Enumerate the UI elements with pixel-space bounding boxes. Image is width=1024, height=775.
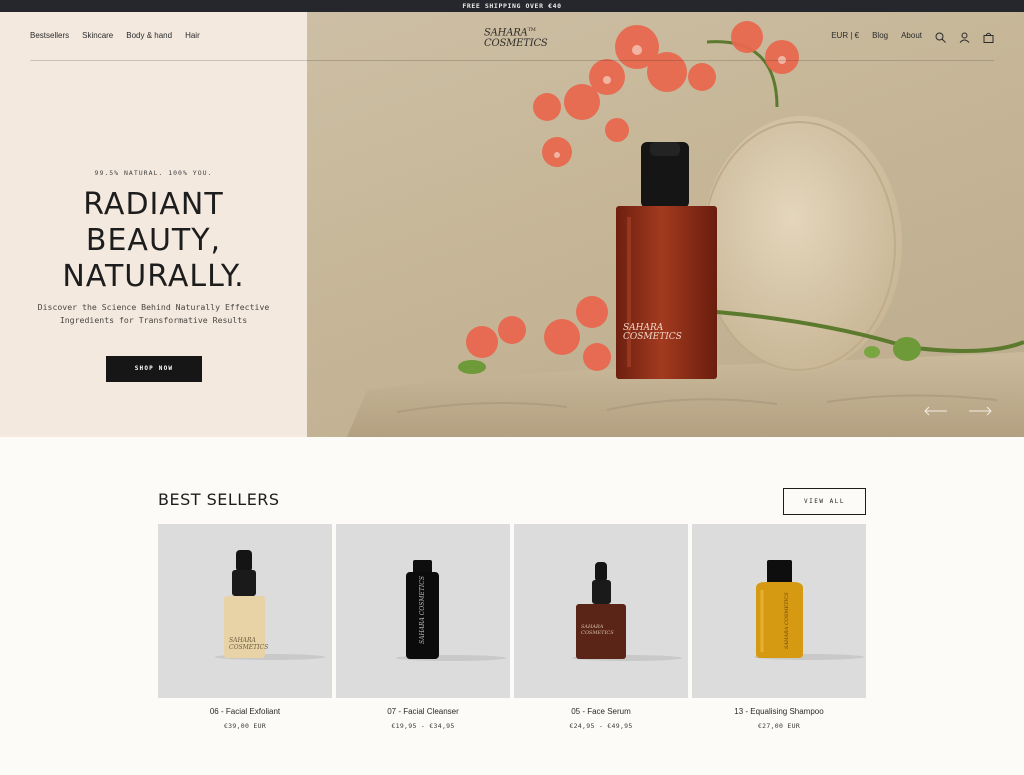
currency-selector[interactable]: EUR | € xyxy=(831,31,859,40)
product-price: €39,00 EUR xyxy=(223,722,267,730)
product-price: €24,95 - €49,95 xyxy=(569,722,633,730)
product-image: SAHARA COSMETICS xyxy=(158,524,332,698)
product-price: €27,00 EUR xyxy=(757,722,801,730)
svg-text:COSMETICS: COSMETICS xyxy=(229,644,268,651)
nav-link-blog[interactable]: Blog xyxy=(872,31,888,40)
bottle-brand-label: SAHARA COSMETICS xyxy=(623,323,682,342)
search-icon[interactable] xyxy=(935,30,946,43)
hero-product-photo xyxy=(347,21,1024,437)
carousel-arrows xyxy=(923,403,993,416)
arrow-right-icon[interactable] xyxy=(968,403,993,416)
product-name: 07 - Facial Cleanser xyxy=(387,707,459,716)
product-card[interactable]: SAHARA COSMETICS 07 - Facial Cleanser €1… xyxy=(336,524,510,734)
product-image: SAHARA COSMETICS xyxy=(336,524,510,698)
hero-tagline: 99.5% NATURAL. 100% YOU. xyxy=(94,169,213,177)
svg-text:SAHARA: SAHARA xyxy=(229,637,257,644)
nav-link-about[interactable]: About xyxy=(901,31,922,40)
nav-links: Bestsellers Skincare Body & hand Hair xyxy=(30,31,200,40)
main-navigation: Bestsellers Skincare Body & hand Hair SA… xyxy=(30,12,994,61)
user-icon[interactable] xyxy=(959,30,970,43)
nav-link-body-hand[interactable]: Body & hand xyxy=(126,31,172,40)
bag-icon[interactable] xyxy=(983,30,994,43)
nav-link-bestsellers[interactable]: Bestsellers xyxy=(30,31,69,40)
product-card[interactable]: SAHARA COSMETICS 06 - Facial Exfoliant €… xyxy=(158,524,332,734)
product-name: 05 - Face Serum xyxy=(571,707,631,716)
announcement-text: FREE SHIPPING OVER €40 xyxy=(462,2,562,10)
product-grid: SAHARA COSMETICS 06 - Facial Exfoliant €… xyxy=(158,524,866,734)
shop-now-button[interactable]: SHOP NOW xyxy=(106,356,202,382)
brand-logo[interactable]: SAHARATM COSMETICS xyxy=(484,25,548,49)
nav-utilities: EUR | € Blog About xyxy=(831,30,994,43)
hero-subcopy: Discover the Science Behind Naturally Ef… xyxy=(37,302,270,325)
product-card[interactable]: SAHARA COSMETICS 13 - Equalising Shampoo… xyxy=(692,524,866,734)
view-all-button[interactable]: VIEW ALL xyxy=(783,488,866,515)
nav-link-hair[interactable]: Hair xyxy=(185,31,200,40)
arrow-left-icon[interactable] xyxy=(923,403,948,416)
product-card[interactable]: SAHARA COSMETICS 05 - Face Serum €24,95 … xyxy=(514,524,688,734)
product-image: SAHARA COSMETICS xyxy=(692,524,866,698)
hero-headline: RADIANT BEAUTY, NATURALLY. xyxy=(62,187,245,294)
hero-section: SAHARA COSMETICS 99.5% NATURAL. 100% YOU… xyxy=(0,12,1024,437)
product-name: 13 - Equalising Shampoo xyxy=(734,707,824,716)
svg-text:COSMETICS: COSMETICS xyxy=(581,630,614,636)
hero-image: SAHARA COSMETICS xyxy=(307,12,1024,437)
svg-text:SAHARA COSMETICS: SAHARA COSMETICS xyxy=(784,592,790,649)
nav-link-skincare[interactable]: Skincare xyxy=(82,31,113,40)
product-image: SAHARA COSMETICS xyxy=(514,524,688,698)
bestsellers-title: BEST SELLERS xyxy=(158,490,280,509)
product-price: €19,95 - €34,95 xyxy=(391,722,455,730)
svg-text:SAHARA COSMETICS: SAHARA COSMETICS xyxy=(419,576,426,644)
announcement-bar: FREE SHIPPING OVER €40 xyxy=(0,0,1024,12)
product-name: 06 - Facial Exfoliant xyxy=(209,707,281,716)
